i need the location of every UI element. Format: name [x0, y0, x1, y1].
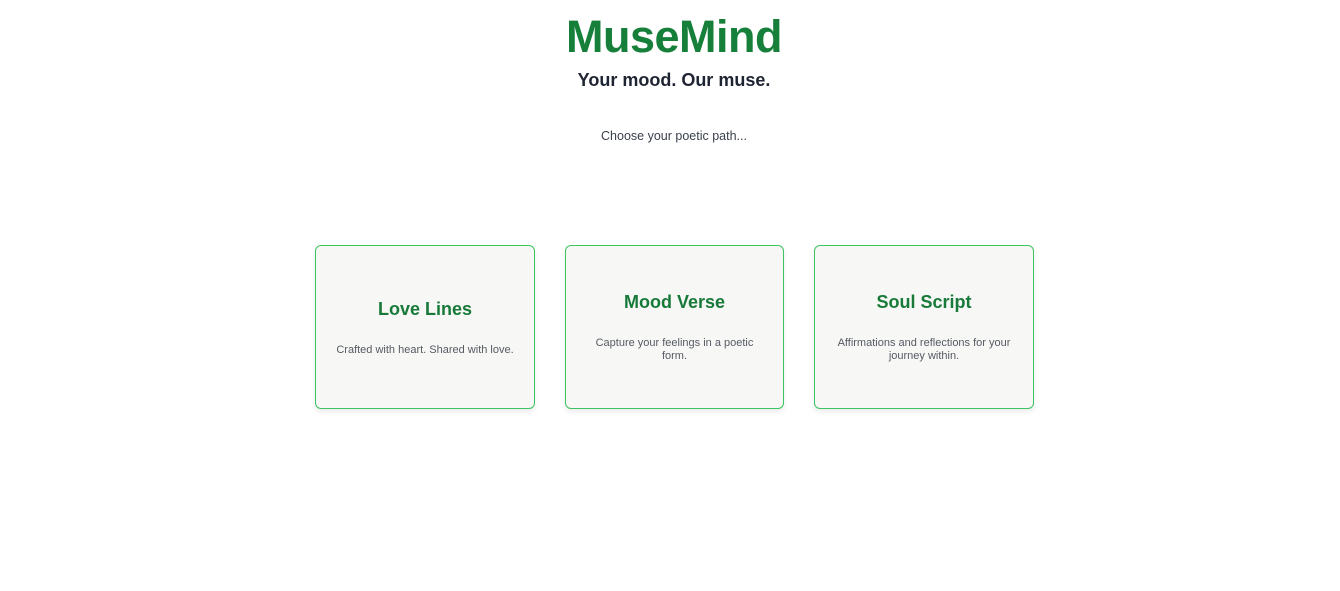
- card-description: Capture your feelings in a poetic form.: [595, 337, 754, 362]
- card-description: Crafted with heart. Shared with love.: [336, 343, 514, 356]
- card-description: Affirmations and reflections for your jo…: [837, 337, 1011, 362]
- card-title: Mood Verse: [623, 292, 726, 312]
- tagline: Your mood. Our muse.: [577, 70, 771, 90]
- card-title: Soul Script: [876, 292, 972, 312]
- card-soul-script[interactable]: Soul Script Affirmations and reflections…: [814, 245, 1034, 409]
- card-mood-verse[interactable]: Mood Verse Capture your feelings in a po…: [565, 245, 784, 409]
- path-prompt: Choose your poetic path...: [601, 129, 747, 143]
- landing-page: MuseMind Your mood. Our muse. Choose you…: [0, 0, 1340, 591]
- card-title: Love Lines: [377, 298, 473, 319]
- brand-title: MuseMind: [566, 11, 783, 62]
- card-love-lines[interactable]: Love Lines Crafted with heart. Shared wi…: [315, 245, 535, 409]
